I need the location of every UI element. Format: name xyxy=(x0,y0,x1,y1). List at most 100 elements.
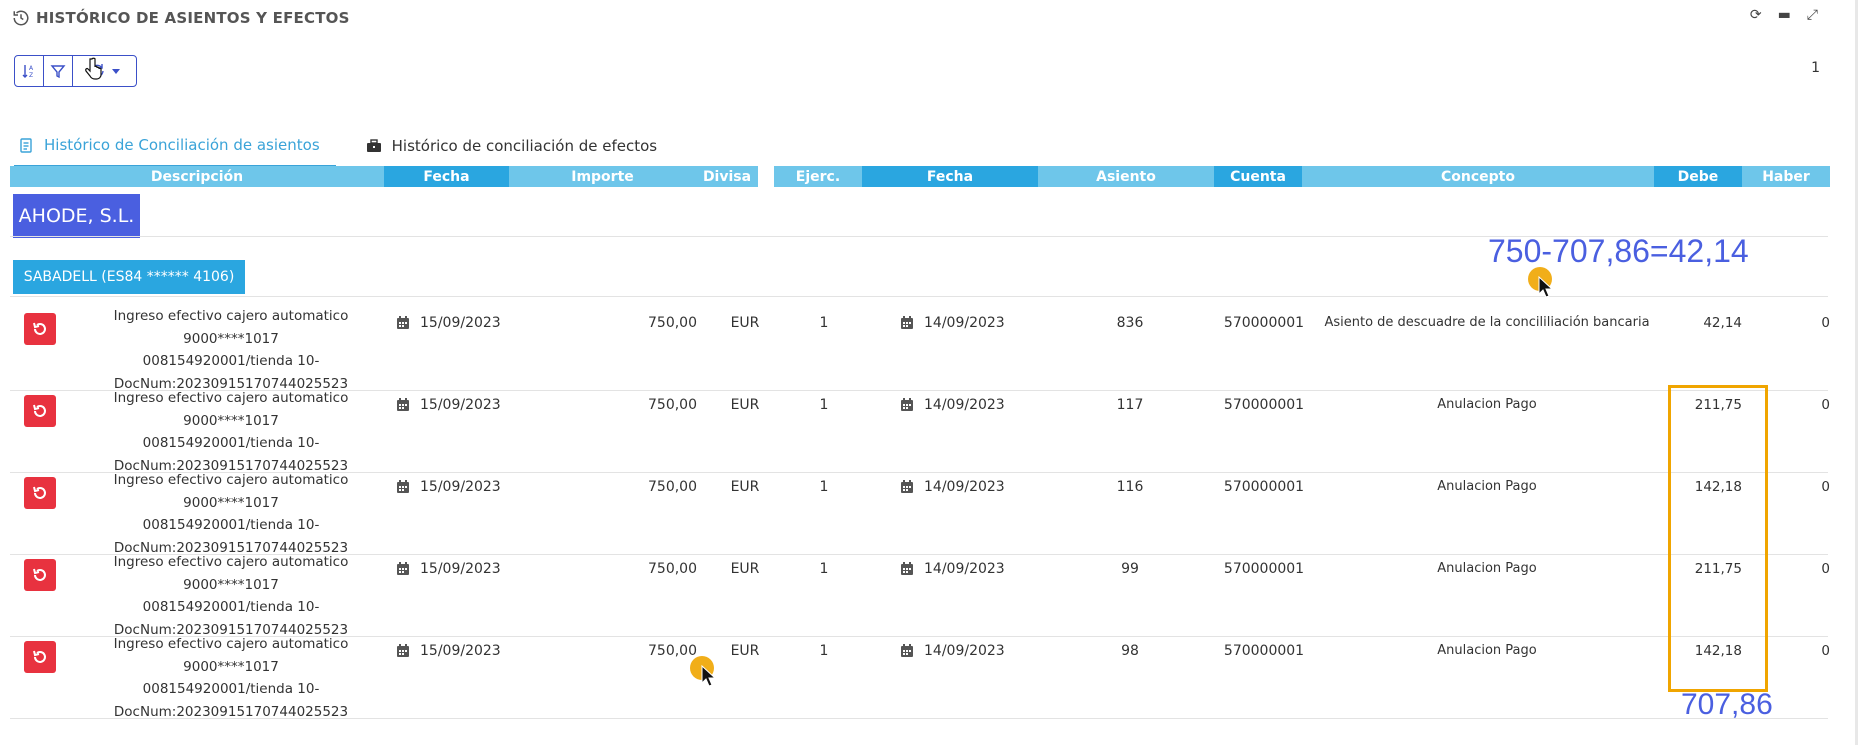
row-haber: 0 xyxy=(1821,561,1830,577)
row-fecha-asiento: 14/09/2023 xyxy=(900,561,1005,577)
undo-button[interactable] xyxy=(24,559,56,591)
row-asiento: 117 xyxy=(1116,397,1144,413)
undo-button[interactable] xyxy=(24,313,56,345)
row-asiento: 836 xyxy=(1116,315,1144,331)
page-number[interactable]: 1 xyxy=(1811,60,1820,76)
refresh-icon[interactable]: ⟳ xyxy=(1750,7,1762,23)
col-header-divisa[interactable]: Divisa xyxy=(696,166,758,187)
row-haber: 0 xyxy=(1821,643,1830,659)
company-group-label: AHODE, S.L. xyxy=(13,194,140,238)
row-cuenta: 570000001 xyxy=(1223,643,1305,659)
refresh-dropdown-button[interactable] xyxy=(72,56,135,86)
fecha-value: 14/09/2023 xyxy=(924,561,1005,577)
row-divisa: EUR xyxy=(730,397,760,413)
description-line: Ingreso efectivo cajero automatico 9000*… xyxy=(113,636,349,675)
description-line: Ingreso efectivo cajero automatico 9000*… xyxy=(113,472,349,511)
col-header-concepto[interactable]: Concepto xyxy=(1302,166,1654,187)
filter-icon xyxy=(50,65,66,79)
col-header-descripcion[interactable]: Descripción xyxy=(10,166,384,187)
calendar-icon xyxy=(397,480,409,493)
sort-button[interactable]: A Z xyxy=(15,56,43,86)
calendar-icon xyxy=(901,562,913,575)
row-ejerc: 1 xyxy=(819,561,829,577)
undo-icon xyxy=(33,568,46,581)
row-divisa: EUR xyxy=(730,561,760,577)
description-line: 008154920001/tienda 10- xyxy=(142,599,320,615)
expand-icon[interactable]: ⤢ xyxy=(1807,7,1818,23)
row-asiento: 99 xyxy=(1121,561,1139,577)
fecha-value: 14/09/2023 xyxy=(924,397,1005,413)
briefcase-icon xyxy=(366,139,381,152)
chevron-down-icon xyxy=(112,68,120,74)
row-haber: 0 xyxy=(1821,397,1830,413)
description-line: 008154920001/tienda 10- xyxy=(142,353,320,369)
tab-bar: Histórico de Conciliación de asientos Hi… xyxy=(14,125,673,167)
svg-text:Z: Z xyxy=(29,72,33,79)
undo-icon xyxy=(33,650,46,663)
fecha-value: 15/09/2023 xyxy=(420,479,501,495)
filter-button[interactable] xyxy=(43,56,72,86)
calendar-icon xyxy=(901,644,913,657)
calendar-icon xyxy=(901,480,913,493)
col-header-haber[interactable]: Haber xyxy=(1742,166,1830,187)
description-line: DocNum:20230915170744025523 xyxy=(113,703,349,720)
description-line: Ingreso efectivo cajero automatico 9000*… xyxy=(113,554,349,593)
row-importe: 750,00 xyxy=(648,479,697,495)
row-divisa: EUR xyxy=(730,643,760,659)
fecha-value: 15/09/2023 xyxy=(420,561,501,577)
fecha-value: 15/09/2023 xyxy=(420,397,501,413)
undo-icon xyxy=(33,486,46,499)
tab-conciliacion-asientos[interactable]: Histórico de Conciliación de asientos xyxy=(14,125,336,167)
row-importe: 750,00 xyxy=(648,561,697,577)
row-fecha-asiento: 14/09/2023 xyxy=(900,397,1005,413)
col-header-importe[interactable]: Importe xyxy=(509,166,696,187)
undo-button[interactable] xyxy=(24,477,56,509)
row-divider xyxy=(10,718,1828,719)
col-header-fecha[interactable]: Fecha xyxy=(384,166,509,187)
row-description: Ingreso efectivo cajero automatico 9000*… xyxy=(81,305,381,395)
fecha-value: 15/09/2023 xyxy=(420,643,501,659)
highlight-box xyxy=(1668,385,1768,692)
panel-title-text: HISTÓRICO DE ASIENTOS Y EFECTOS xyxy=(36,9,350,27)
col-header-ejerc[interactable]: Ejerc. xyxy=(774,166,862,187)
tab-conciliacion-efectos[interactable]: Histórico de conciliación de efectos xyxy=(336,125,673,167)
description-line: Ingreso efectivo cajero automatico 9000*… xyxy=(113,390,349,429)
row-description: Ingreso efectivo cajero automatico 9000*… xyxy=(81,551,381,641)
row-fecha: 15/09/2023 xyxy=(396,643,501,659)
fecha-value: 14/09/2023 xyxy=(924,643,1005,659)
annotation-total: 707,86 xyxy=(1681,688,1773,721)
undo-button[interactable] xyxy=(24,641,56,673)
col-header-asiento[interactable]: Asiento xyxy=(1038,166,1214,187)
description-line: 008154920001/tienda 10- xyxy=(142,681,320,697)
clipboard-icon xyxy=(20,138,32,153)
row-description: Ingreso efectivo cajero automatico 9000*… xyxy=(81,633,381,723)
row-cuenta: 570000001 xyxy=(1223,315,1305,331)
row-ejerc: 1 xyxy=(819,479,829,495)
row-cuenta: 570000001 xyxy=(1223,479,1305,495)
undo-icon xyxy=(33,404,46,417)
hand-cursor-icon xyxy=(85,57,102,80)
row-importe: 750,00 xyxy=(648,397,697,413)
calendar-icon xyxy=(901,398,913,411)
calendar-icon xyxy=(901,316,913,329)
col-header-debe[interactable]: Debe xyxy=(1654,166,1742,187)
calendar-icon xyxy=(397,644,409,657)
row-importe: 750,00 xyxy=(648,643,697,659)
description-line: Ingreso efectivo cajero automatico 9000*… xyxy=(113,308,349,347)
calendar-icon xyxy=(397,316,409,329)
minimize-icon[interactable]: ▬ xyxy=(1778,7,1791,23)
annotation-formula: 750-707,86=42,14 xyxy=(1488,233,1749,269)
divider xyxy=(10,296,1828,297)
undo-button[interactable] xyxy=(24,395,56,427)
col-header-fecha-asiento[interactable]: Fecha xyxy=(862,166,1038,187)
col-header-cuenta[interactable]: Cuenta xyxy=(1214,166,1302,187)
panel-title: HISTÓRICO DE ASIENTOS Y EFECTOS xyxy=(12,9,350,27)
toolbar: A Z xyxy=(14,55,137,87)
row-fecha: 15/09/2023 xyxy=(396,479,501,495)
row-fecha: 15/09/2023 xyxy=(396,397,501,413)
bank-group-label: SABADELL (ES84 ****** 4106) xyxy=(13,260,245,294)
row-fecha-asiento: 14/09/2023 xyxy=(900,479,1005,495)
row-haber: 0 xyxy=(1821,315,1830,331)
row-description: Ingreso efectivo cajero automatico 9000*… xyxy=(81,469,381,559)
svg-text:A: A xyxy=(29,65,34,72)
